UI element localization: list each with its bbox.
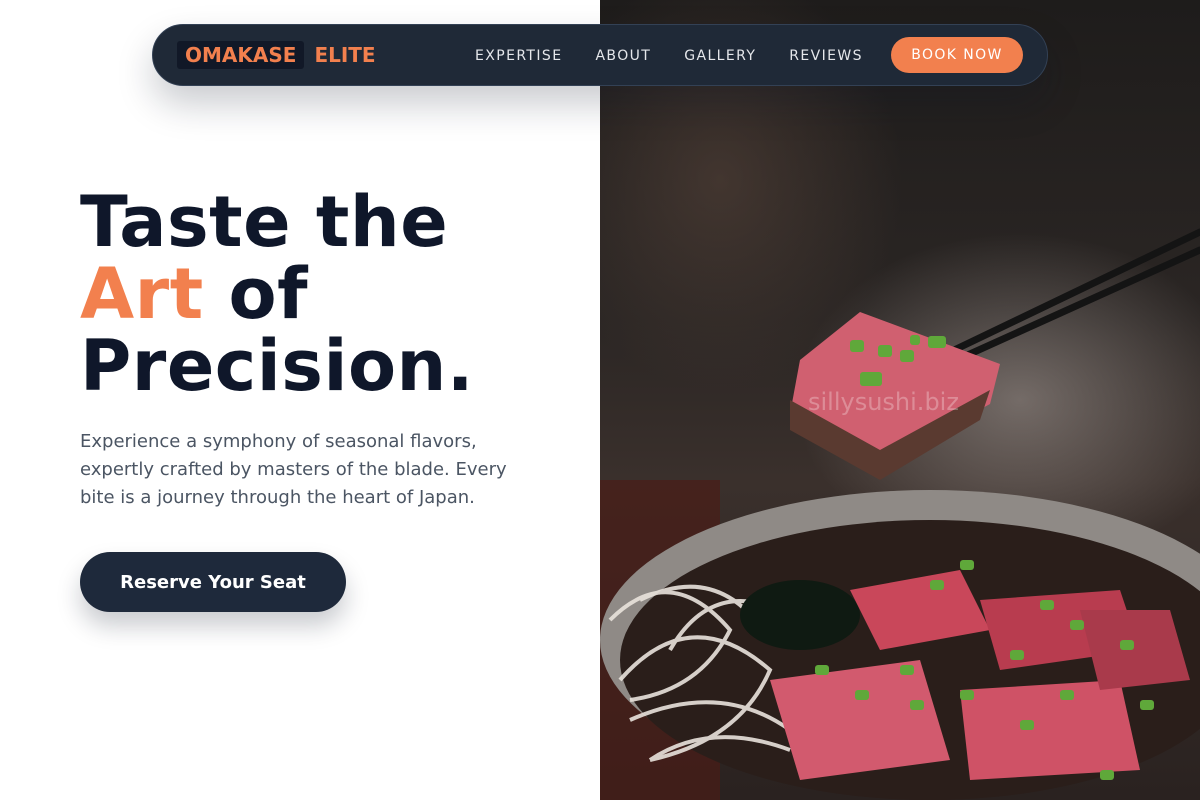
hero-title: Taste the Art of Precision. — [80, 186, 540, 402]
nav-link-expertise[interactable]: EXPERTISE — [475, 48, 562, 64]
hero-title-line2: of — [228, 253, 309, 335]
top-navigation: OMAKASE ELITE EXPERTISE ABOUT GALLERY RE… — [152, 24, 1048, 86]
nav-link-about[interactable]: ABOUT — [595, 48, 651, 64]
image-watermark: sillysushi.biz — [808, 388, 959, 416]
hero-description: Experience a symphony of seasonal flavor… — [80, 431, 507, 508]
nav-link-gallery[interactable]: GALLERY — [684, 48, 756, 64]
nav-link-reviews[interactable]: REVIEWS — [789, 48, 863, 64]
book-now-button[interactable]: BOOK NOW — [891, 37, 1023, 73]
brand-primary: OMAKASE — [177, 41, 305, 69]
reserve-seat-button[interactable]: Reserve Your Seat — [80, 552, 346, 612]
brand-logo[interactable]: OMAKASE ELITE — [177, 39, 376, 71]
hero-title-accent: Art — [80, 253, 204, 335]
nav-links: EXPERTISE ABOUT GALLERY REVIEWS — [475, 25, 896, 87]
hero-title-line1: Taste the — [80, 181, 449, 263]
hero-section: Taste the Art of Precision. Experience a… — [80, 186, 540, 512]
hero-title-line3: Precision. — [80, 325, 474, 407]
brand-secondary: ELITE — [314, 43, 376, 67]
